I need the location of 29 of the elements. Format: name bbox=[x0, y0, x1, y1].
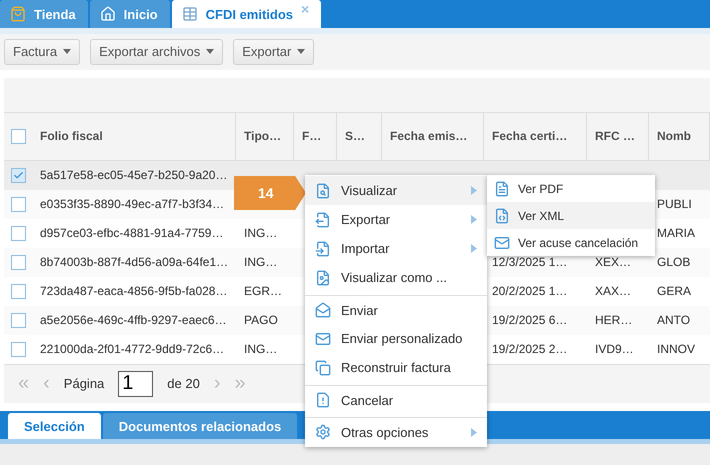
table-cell: XEX… bbox=[595, 255, 632, 270]
table-cell: XAX… bbox=[595, 284, 632, 298]
table-cell: d957ce03-efbc-4881-91a4-7759… bbox=[40, 226, 224, 240]
table-cell: ING… bbox=[244, 255, 278, 270]
table-cell: 19/2/2025 2… bbox=[492, 342, 568, 356]
table-cell: INNOV bbox=[657, 342, 696, 356]
table-cell: ING… bbox=[244, 226, 278, 240]
table-cell: ANTO bbox=[657, 313, 690, 328]
table-cell: e0353f35-8890-49ec-a7f7-b3f34… bbox=[40, 197, 224, 212]
table-cell: 8b74003b-887f-4d56-a09a-64fe1… bbox=[40, 255, 228, 270]
table-cell: 19/2/2025 6… bbox=[492, 313, 568, 328]
table-cell: PUBLI bbox=[657, 197, 692, 212]
table-cell: IVD9… bbox=[595, 342, 634, 356]
table-cell: GERA bbox=[657, 284, 692, 298]
table-cell: ING… bbox=[244, 342, 278, 356]
table-cell: a5e2056e-469c-4ffb-9297-eaec6… bbox=[40, 313, 227, 328]
page-count: de 20 bbox=[167, 376, 200, 392]
table-cell: HER… bbox=[595, 313, 632, 328]
step-badge: 14 bbox=[234, 176, 306, 210]
page-label: Página bbox=[64, 376, 104, 392]
table-cell: EGR… bbox=[244, 284, 282, 298]
table-cell: 5a517e58-ec05-45e7-b250-9a20… bbox=[40, 168, 228, 182]
table-cell: PAGO bbox=[244, 313, 278, 328]
table-cell: GLOB bbox=[657, 255, 690, 270]
table-cell: 723da487-eaca-4856-9f5b-fa028… bbox=[40, 284, 228, 298]
table-cell: 20/2/2025 1… bbox=[492, 284, 568, 298]
table-cell: 221000da-2f01-4772-9dd9-72c6… bbox=[40, 342, 224, 356]
table-cell: 12/3/2025 1… bbox=[492, 255, 568, 270]
table-cell: MARIA bbox=[657, 226, 696, 240]
